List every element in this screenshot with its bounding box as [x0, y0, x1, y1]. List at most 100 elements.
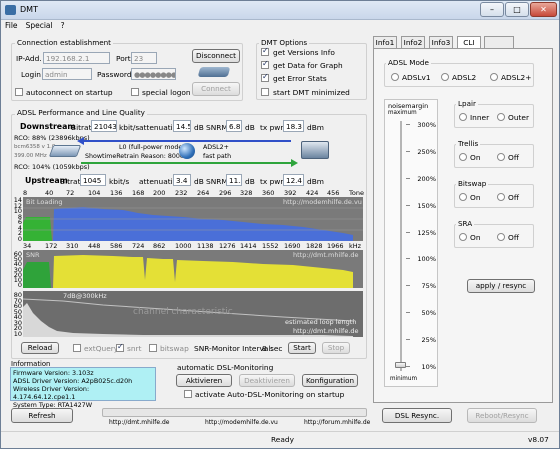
noisemargin-tick-label: 100% — [417, 255, 436, 263]
up-pwr-unit: dBm — [307, 177, 324, 186]
noisemargin-tick-mark — [406, 339, 410, 340]
interval-value[interactable]: 8 — [262, 344, 267, 353]
noisemargin-tick-label: 200% — [417, 175, 436, 183]
minimize-button[interactable]: – — [480, 2, 504, 17]
minimized-checkbox[interactable] — [261, 88, 269, 96]
noisemargin-tick-mark — [406, 205, 410, 206]
bitswap-on-radio[interactable] — [459, 193, 467, 201]
khz-tick-label: 724 — [132, 242, 145, 250]
tab-info1[interactable]: Info1 — [373, 36, 397, 48]
auto-monitoring-checkbox[interactable] — [184, 390, 192, 398]
khz-tick-label: 1966 — [327, 242, 344, 250]
ip-input[interactable]: 192.168.2.1 — [43, 52, 110, 64]
tone-tick-label: 40 — [45, 189, 54, 197]
maximize-button[interactable]: □ — [505, 2, 529, 17]
up-snr-label: SNRM — [206, 177, 228, 186]
tab-blank[interactable] — [484, 36, 514, 48]
special-logon-checkbox[interactable] — [131, 88, 139, 96]
start-button[interactable]: Start — [288, 342, 316, 354]
rco-up: RCO: 104% (1059kbps) — [14, 163, 90, 171]
noisemargin-thumb[interactable] — [395, 362, 406, 368]
downstream-arrowhead — [77, 137, 84, 145]
lpair-outer-radio[interactable] — [497, 113, 505, 121]
mode-adsl2plus-radio[interactable] — [490, 73, 498, 81]
khz-axis-1: 34 172 310 448 586 724 862 1000 1138 1276 1414 1552… — [23, 242, 363, 250]
trellis-legend: Trellis — [456, 139, 481, 148]
noisemargin-tick-label: 50% — [421, 309, 436, 317]
mode-label: L0 (full-power mode) — [119, 144, 185, 151]
tab-info3[interactable]: Info3 — [429, 36, 453, 48]
khz-tick-label: 1138 — [197, 242, 214, 250]
khz-tick-label: 1276 — [219, 242, 236, 250]
versions-checkbox[interactable] — [261, 46, 269, 56]
tone-tick-label: 328 — [240, 189, 253, 197]
tone-tick-label: 168 — [132, 189, 145, 197]
down-snr-unit: dB — [245, 123, 255, 132]
snrt-label: snrt — [127, 344, 142, 353]
autoconnect-checkbox[interactable] — [15, 88, 23, 96]
dsl-resync-button[interactable]: DSL Resync. — [382, 408, 452, 423]
bitswap-checkbox[interactable] — [149, 344, 157, 352]
password-input[interactable]: ●●●●●●●● — [131, 68, 176, 80]
link-modemhilfe[interactable]: http://modemhilfe.de.vu — [205, 419, 278, 426]
noisemargin-tick-mark — [406, 366, 410, 367]
tone-axis-top: 8 40 72 104 136 168 200 232 264 296 328 360 392 424 45… — [23, 189, 364, 197]
tab-info2[interactable]: Info2 — [401, 36, 425, 48]
error-stats-checkbox[interactable] — [261, 72, 269, 82]
apply-resync-button[interactable]: apply / resync — [467, 279, 535, 293]
reboot-resync-button[interactable]: Reboot/Resync — [467, 408, 537, 423]
menu-help[interactable]: ? — [57, 20, 69, 31]
sra-off-radio[interactable] — [497, 233, 505, 241]
up-pwr-label: tx pwr — [260, 177, 284, 186]
tone-tick-label: 8 — [23, 189, 28, 197]
connect-button[interactable]: Connect — [192, 82, 240, 96]
downstream-label: Downstream — [20, 122, 76, 131]
bitswap-off-radio[interactable] — [497, 193, 505, 201]
up-att-value: 3.4 — [173, 174, 191, 186]
info-adsl-driver: ADSL Driver Version: A2pB025c.d20h — [13, 377, 133, 385]
info-wireless-driver: Wireless Driver Version: 4.174.64.12.cpe… — [13, 385, 90, 401]
login-input[interactable]: admin — [42, 68, 92, 80]
trellis-on-radio[interactable] — [459, 153, 467, 161]
upstream-arrow — [81, 162, 291, 164]
configuration-button[interactable]: Konfiguration — [302, 374, 358, 387]
info-firmware: Firmware Version: 3.103z — [13, 369, 94, 377]
deactivate-button[interactable]: Deaktivieren — [239, 374, 295, 387]
port-label: Port — [116, 54, 131, 63]
noisemargin-tick-label: 150% — [417, 202, 436, 210]
menu-special[interactable]: Special — [22, 20, 57, 31]
activate-button[interactable]: Aktivieren — [176, 374, 232, 387]
close-button[interactable]: ✕ — [530, 2, 557, 17]
stop-button[interactable]: Stop — [322, 342, 350, 354]
graph-data-checkbox[interactable] — [261, 59, 269, 69]
lpair-inner-radio[interactable] — [459, 113, 467, 121]
noisemargin-track[interactable] — [400, 121, 402, 371]
sra-on-radio[interactable] — [459, 233, 467, 241]
disconnect-button[interactable]: Disconnect — [192, 49, 240, 63]
mode-adsl2-radio[interactable] — [441, 73, 449, 81]
khz-tick-label: 1000 — [175, 242, 192, 250]
down-snr-value: 6.8 — [226, 120, 242, 132]
bitswap-on-label: On — [470, 193, 481, 202]
khz-tick-label: 1552 — [262, 242, 279, 250]
reload-button[interactable]: Reload — [21, 342, 59, 354]
link-forum[interactable]: http://forum.mhilfe.de — [304, 419, 370, 426]
port-input[interactable]: 23 — [131, 52, 157, 64]
ext-query-checkbox[interactable] — [73, 344, 81, 352]
khz-tick-label: 34 — [23, 242, 32, 250]
snr-graph: SNR http://dmt.mhilfe.de — [23, 250, 363, 288]
link-dmt[interactable]: http://dmt.mhilfe.de — [109, 419, 170, 426]
refresh-button[interactable]: Refresh — [11, 408, 73, 423]
menu-file[interactable]: File — [1, 20, 22, 31]
snrt-checkbox[interactable] — [116, 342, 124, 352]
noisemargin-tick-mark — [406, 258, 410, 259]
dslam-icon — [301, 141, 329, 159]
downstream-bit-area — [53, 207, 353, 241]
trellis-off-radio[interactable] — [497, 153, 505, 161]
mode-adslv1-radio[interactable] — [391, 73, 399, 81]
khz-tick-label: 1828 — [306, 242, 323, 250]
down-att-unit: dB — [194, 123, 204, 132]
tone-tick-label: 104 — [88, 189, 101, 197]
local-modem-icon — [48, 145, 82, 157]
up-att-unit: dB — [194, 177, 204, 186]
